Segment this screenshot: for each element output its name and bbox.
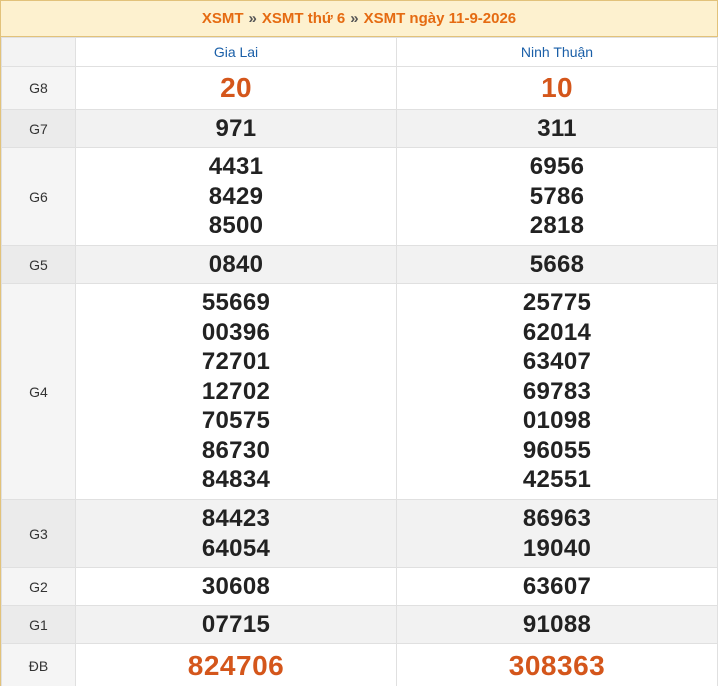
breadcrumb-link-weekday[interactable]: XSMT thứ 6 bbox=[262, 10, 345, 27]
result-cell: 91088 bbox=[396, 605, 718, 644]
result-number: 30608 bbox=[201, 572, 271, 600]
result-number: 86730 bbox=[201, 436, 271, 464]
result-cell: 20 bbox=[75, 66, 397, 110]
result-cell: 971 bbox=[75, 109, 397, 148]
result-number: 86963 bbox=[522, 505, 592, 532]
prize-label: G7 bbox=[1, 109, 76, 148]
prize-label: ĐB bbox=[1, 643, 76, 686]
breadcrumb-separator: » bbox=[350, 10, 359, 27]
prize-label: G5 bbox=[1, 245, 76, 284]
prize-label: G3 bbox=[1, 499, 76, 568]
result-number: 63607 bbox=[522, 572, 592, 600]
breadcrumb-separator: » bbox=[248, 10, 257, 27]
result-cell: 25775 62014 63407 69783 01098 96055 4255… bbox=[396, 283, 718, 500]
prize-label: G2 bbox=[1, 567, 76, 606]
result-number: 19040 bbox=[522, 534, 592, 562]
table-header-row: Gia Lai Ninh Thuận bbox=[1, 37, 718, 67]
prize-label: G8 bbox=[1, 66, 76, 110]
province-header-gia-lai[interactable]: Gia Lai bbox=[75, 37, 397, 67]
result-number: 12702 bbox=[201, 377, 271, 405]
result-number: 10 bbox=[541, 72, 573, 104]
result-cell: 86963 19040 bbox=[396, 499, 718, 568]
result-number: 00396 bbox=[201, 318, 271, 346]
result-number: 311 bbox=[537, 114, 577, 142]
result-number: 72701 bbox=[201, 348, 271, 376]
result-number: 91088 bbox=[522, 610, 592, 638]
result-cell: 0840 bbox=[75, 245, 397, 284]
prize-row-g3: G3 84423 64054 86963 19040 bbox=[1, 499, 718, 568]
result-number: 69783 bbox=[522, 377, 592, 405]
prize-row-g1: G1 07715 91088 bbox=[1, 605, 718, 644]
result-number: 5668 bbox=[529, 250, 585, 278]
result-number: 07715 bbox=[201, 610, 271, 638]
result-number: 01098 bbox=[522, 407, 592, 435]
result-cell: 4431 8429 8500 bbox=[75, 147, 397, 246]
prize-row-g5: G5 0840 5668 bbox=[1, 245, 718, 284]
result-number: 2818 bbox=[529, 212, 585, 240]
prize-row-g7: G7 971 311 bbox=[1, 109, 718, 148]
result-number: 42551 bbox=[522, 466, 592, 494]
result-cell: 308363 bbox=[396, 643, 718, 686]
result-number: 25775 bbox=[522, 289, 592, 317]
header-blank-cell bbox=[1, 37, 76, 67]
result-cell: 824706 bbox=[75, 643, 397, 686]
prize-label: G1 bbox=[1, 605, 76, 644]
prize-row-g6: G6 4431 8429 8500 6956 5786 2818 bbox=[1, 147, 718, 246]
result-number: 20 bbox=[220, 72, 252, 104]
prize-row-g4: G4 55669 00396 72701 12702 70575 86730 8… bbox=[1, 283, 718, 500]
results-table: Gia Lai Ninh Thuận G8 20 10 G7 971 311 G… bbox=[1, 37, 718, 686]
result-cell: 63607 bbox=[396, 567, 718, 606]
result-cell: 5668 bbox=[396, 245, 718, 284]
result-number: 5786 bbox=[529, 182, 585, 210]
result-number: 96055 bbox=[522, 436, 592, 464]
result-number: 70575 bbox=[201, 407, 271, 435]
breadcrumb-link-xsmt[interactable]: XSMT bbox=[202, 10, 244, 27]
result-number: 84834 bbox=[201, 466, 271, 494]
special-prize-number: 308363 bbox=[508, 649, 606, 681]
result-number: 0840 bbox=[208, 250, 264, 278]
result-cell: 10 bbox=[396, 66, 718, 110]
prize-label: G4 bbox=[1, 283, 76, 500]
result-number: 8429 bbox=[208, 182, 264, 210]
result-cell: 07715 bbox=[75, 605, 397, 644]
result-cell: 311 bbox=[396, 109, 718, 148]
breadcrumb: XSMT » XSMT thứ 6 » XSMT ngày 11-9-2026 bbox=[1, 1, 717, 37]
prize-row-special: ĐB 824706 308363 bbox=[1, 643, 718, 686]
result-number: 8500 bbox=[208, 212, 264, 240]
result-cell: 6956 5786 2818 bbox=[396, 147, 718, 246]
breadcrumb-link-date[interactable]: XSMT ngày 11-9-2026 bbox=[364, 10, 517, 27]
result-number: 4431 bbox=[208, 153, 264, 181]
result-number: 62014 bbox=[522, 318, 592, 346]
result-cell: 84423 64054 bbox=[75, 499, 397, 568]
result-number: 63407 bbox=[522, 348, 592, 376]
result-cell: 55669 00396 72701 12702 70575 86730 8483… bbox=[75, 283, 397, 500]
results-panel: XSMT » XSMT thứ 6 » XSMT ngày 11-9-2026 … bbox=[0, 0, 718, 686]
special-prize-number: 824706 bbox=[187, 649, 285, 681]
result-number: 84423 bbox=[201, 505, 271, 532]
prize-label: G6 bbox=[1, 147, 76, 246]
result-number: 55669 bbox=[201, 289, 271, 317]
result-number: 971 bbox=[215, 114, 257, 142]
result-cell: 30608 bbox=[75, 567, 397, 606]
prize-row-g8: G8 20 10 bbox=[1, 66, 718, 110]
result-number: 64054 bbox=[201, 534, 271, 562]
result-number: 6956 bbox=[529, 153, 585, 181]
province-header-ninh-thuan[interactable]: Ninh Thuận bbox=[396, 37, 718, 67]
prize-row-g2: G2 30608 63607 bbox=[1, 567, 718, 606]
